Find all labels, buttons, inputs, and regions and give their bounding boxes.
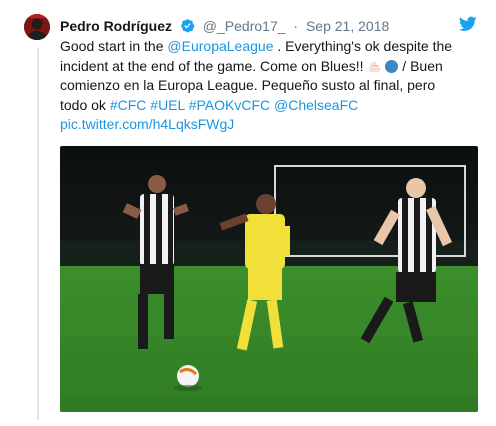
hashtag-paokvcfc[interactable]: #PAOKvCFC — [189, 97, 270, 113]
text-segment-1: Good start in the — [60, 38, 168, 54]
avatar[interactable] — [24, 14, 50, 40]
author-handle[interactable]: @_Pedro17_ — [203, 18, 286, 34]
flexed-biceps-emoji — [367, 59, 383, 73]
twitter-bird-icon[interactable] — [458, 16, 477, 37]
separator-dot: · — [293, 18, 299, 34]
author-name[interactable]: Pedro Rodríguez — [60, 18, 172, 34]
blue-circle-emoji — [385, 59, 399, 73]
hashtag-uel[interactable]: #UEL — [150, 97, 185, 113]
hashtag-cfc[interactable]: #CFC — [110, 97, 147, 113]
tweet-text: Good start in the @EuropaLeague . Everyt… — [60, 37, 465, 135]
tweet-photo[interactable] — [60, 146, 478, 412]
tweet-date[interactable]: Sep 21, 2018 — [306, 18, 389, 34]
tweet-header: Pedro Rodríguez @_Pedro17_ · Sep 21, 201… — [60, 17, 389, 37]
thread-line — [37, 48, 39, 420]
verified-badge-icon — [180, 18, 195, 37]
embedded-tweet: Pedro Rodríguez @_Pedro17_ · Sep 21, 201… — [0, 0, 496, 426]
pic-link[interactable]: pic.twitter.com/h4LqksFWgJ — [60, 116, 234, 132]
mention-europa-league[interactable]: @EuropaLeague — [167, 38, 273, 54]
mention-chelsea-fc[interactable]: @ChelseaFC — [274, 97, 358, 113]
